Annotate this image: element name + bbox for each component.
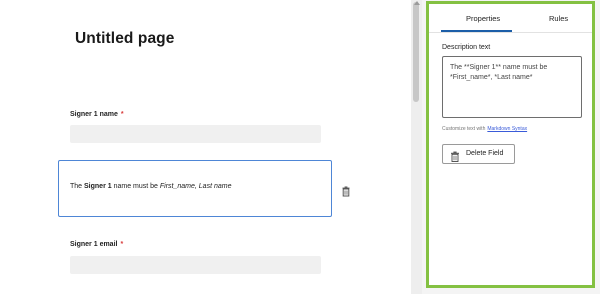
hint-text: Customize text with bbox=[442, 126, 486, 132]
desc-italic: First_name, Last name bbox=[159, 183, 232, 190]
tab-properties[interactable]: Properties bbox=[466, 14, 500, 23]
delete-field-button[interactable]: Delete Field bbox=[442, 144, 515, 164]
description-block-text: The Signer 1 name must be First_name, La… bbox=[70, 183, 231, 190]
properties-panel: Properties Rules Description text The **… bbox=[426, 1, 595, 288]
tabs-divider bbox=[429, 32, 592, 33]
scroll-up-arrow-icon[interactable] bbox=[414, 1, 420, 5]
scrollbar-thumb[interactable] bbox=[413, 2, 419, 102]
description-textarea[interactable]: The **Signer 1** name must be *First_nam… bbox=[442, 56, 582, 118]
desc-middle: name must be bbox=[111, 183, 160, 190]
form-canvas: Untitled page Signer 1 name * The Signer … bbox=[0, 0, 411, 294]
description-text-label: Description text bbox=[442, 44, 491, 51]
field-label-text: Signer 1 name bbox=[70, 111, 118, 118]
page-title[interactable]: Untitled page bbox=[75, 30, 174, 48]
trash-icon[interactable] bbox=[340, 184, 352, 197]
markdown-hint: Customize text with Markdown Syntax bbox=[442, 126, 527, 132]
required-asterisk: * bbox=[120, 241, 124, 248]
field-label-signer-email: Signer 1 email * bbox=[70, 241, 123, 248]
signer-name-input[interactable] bbox=[70, 125, 321, 143]
delete-field-label: Delete Field bbox=[466, 150, 504, 157]
tab-rules[interactable]: Rules bbox=[549, 14, 568, 23]
trash-icon bbox=[450, 149, 460, 162]
field-label-text: Signer 1 email bbox=[70, 241, 118, 248]
signer-email-input[interactable] bbox=[70, 256, 321, 274]
markdown-syntax-link[interactable]: Markdown Syntax bbox=[487, 126, 527, 132]
description-block-selected[interactable]: The Signer 1 name must be First_name, La… bbox=[58, 160, 332, 217]
panel-tabs: Properties Rules bbox=[429, 4, 592, 34]
desc-bold: Signer 1 bbox=[84, 183, 112, 190]
required-asterisk: * bbox=[120, 111, 124, 118]
field-label-signer-name: Signer 1 name * bbox=[70, 111, 124, 118]
desc-prefix: The bbox=[70, 183, 85, 190]
